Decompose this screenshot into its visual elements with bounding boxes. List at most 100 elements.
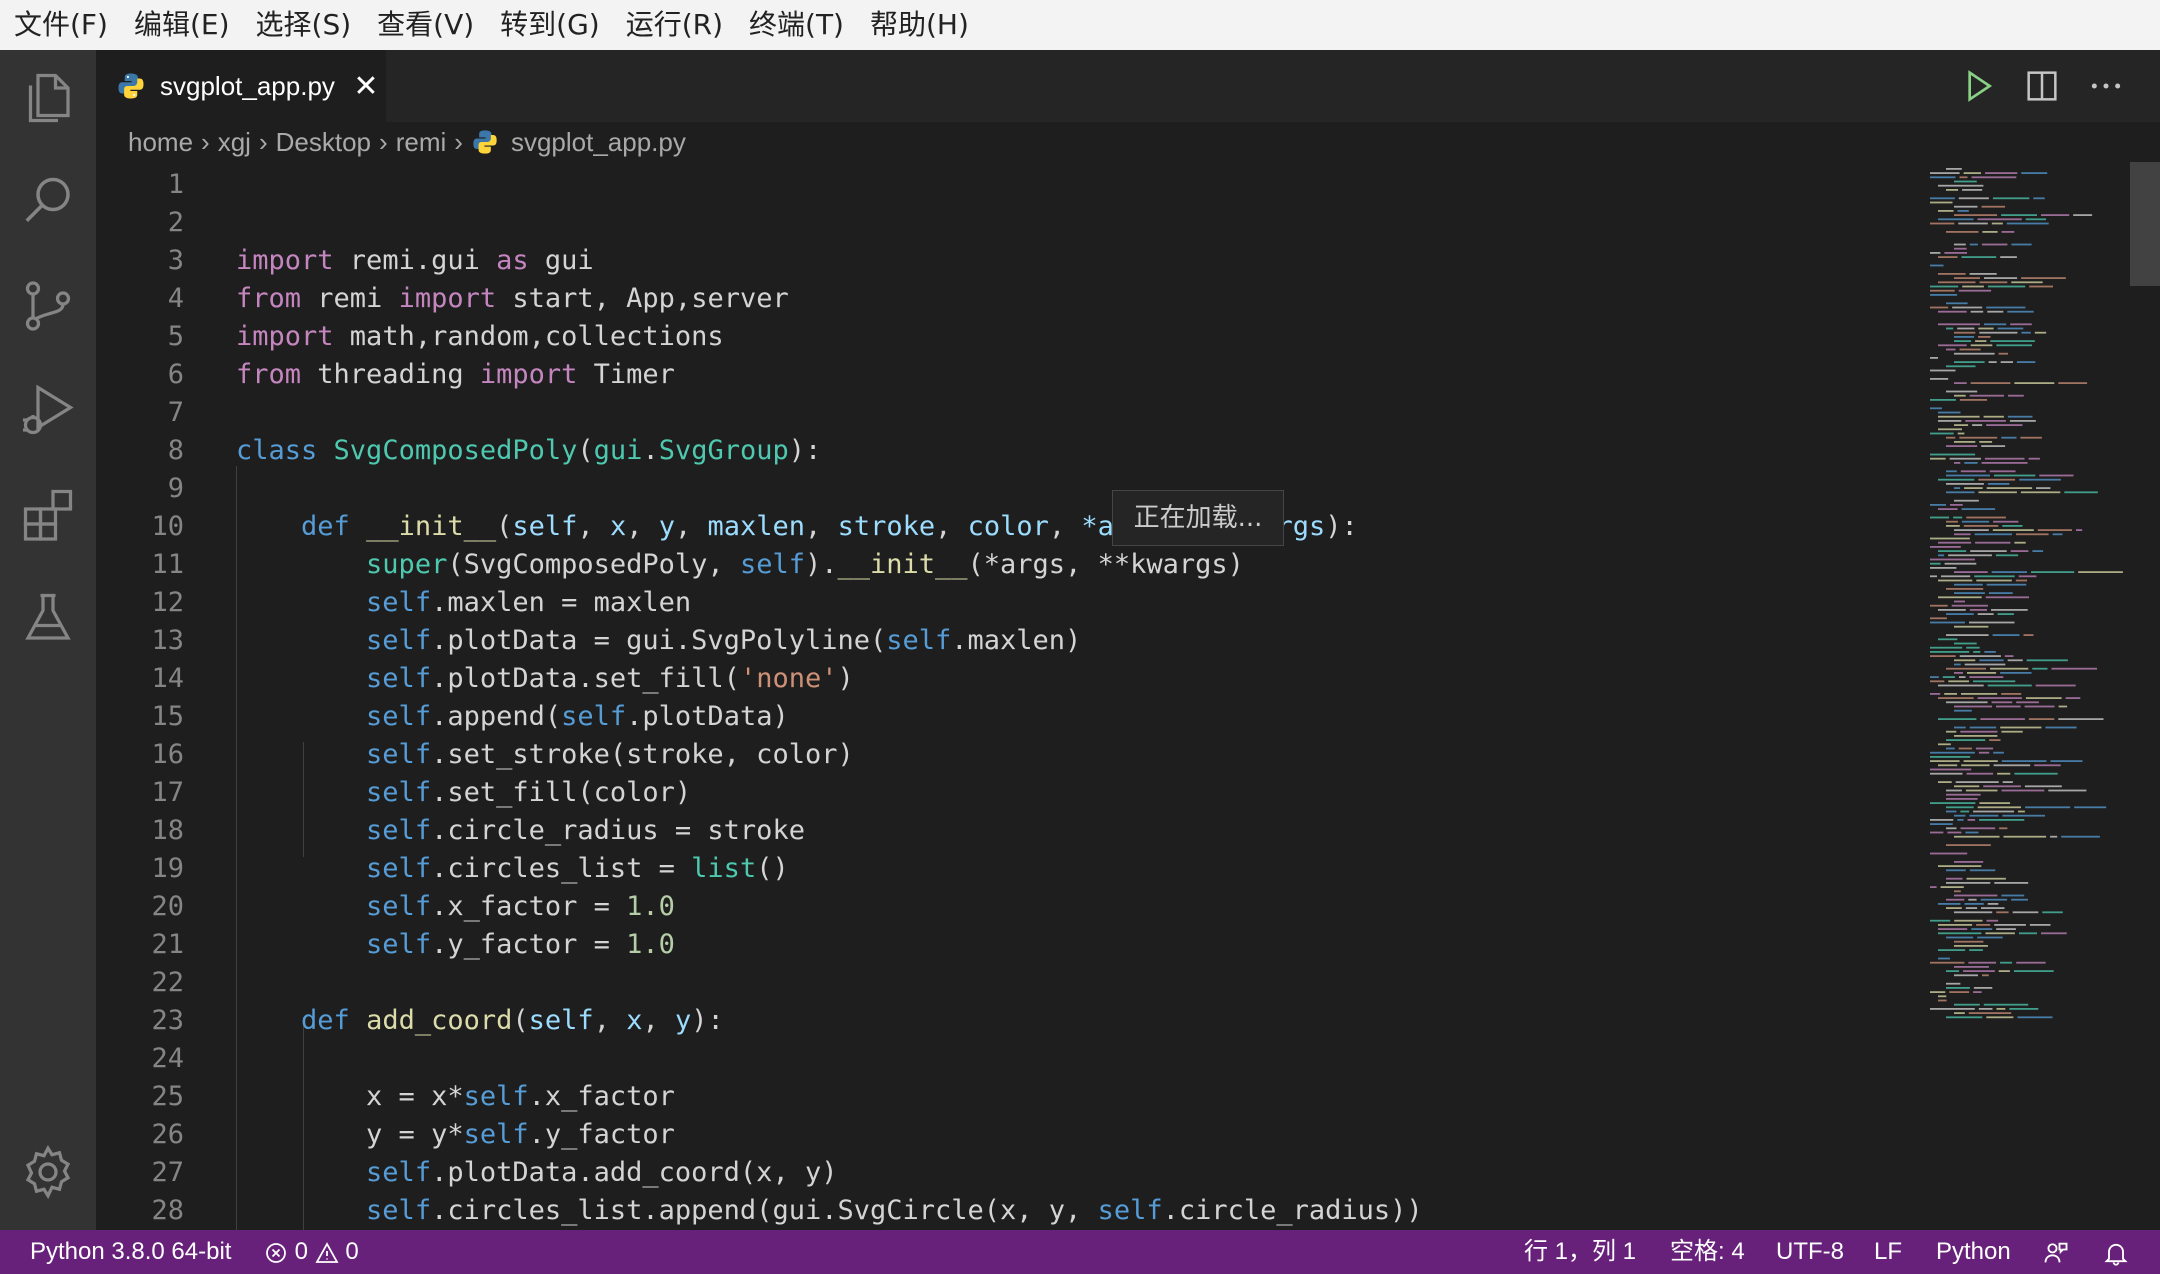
more-actions-icon[interactable] xyxy=(2086,66,2126,106)
menu-view[interactable]: 查看(V) xyxy=(365,0,486,50)
minimap-mark xyxy=(2074,806,2107,809)
minimap-mark xyxy=(1963,172,1981,174)
line-number: 22 xyxy=(151,967,184,998)
settings-gear-icon[interactable] xyxy=(18,1142,78,1202)
minimap-mark xyxy=(2001,214,2037,216)
minimap-mark xyxy=(1986,919,1999,922)
minimap-mark xyxy=(1984,277,2018,279)
line-number: 28 xyxy=(151,1195,184,1226)
menu-edit[interactable]: 编辑(E) xyxy=(122,0,242,50)
minimap-mark xyxy=(1946,936,1974,939)
minimap-mark xyxy=(2031,571,2075,573)
minimap-mark xyxy=(2018,810,2025,813)
code-line: 12 self.maxlen = maxlen xyxy=(96,584,2160,622)
minimap-mark xyxy=(1946,474,1990,477)
breadcrumb-xgj[interactable]: xgj xyxy=(218,127,251,158)
code-line: 8 class SvgComposedPoly(gui.SvgGroup): xyxy=(96,432,2160,470)
cursor-position[interactable]: 行 1，列 1 xyxy=(1524,1230,1636,1274)
close-icon[interactable]: ✕ xyxy=(351,69,381,104)
minimap-mark xyxy=(1954,529,1989,531)
scrollbar-thumb[interactable] xyxy=(2130,162,2160,286)
minimap-mark xyxy=(1969,621,2015,624)
minimap-mark xyxy=(2025,806,2071,809)
minimap-mark xyxy=(1964,663,2006,666)
split-editor-icon[interactable] xyxy=(2022,66,2062,106)
minimap-mark xyxy=(1930,546,1961,548)
menu-selection[interactable]: 选择(S) xyxy=(244,0,364,50)
minimap-mark xyxy=(1946,810,1957,813)
minimap-mark xyxy=(1958,222,1988,225)
minimap-mark xyxy=(2011,898,2028,901)
minimap-mark xyxy=(1959,436,1998,439)
minimap-mark xyxy=(1995,554,2019,557)
code-line: 27 self.plotData.add_coord(x, y) xyxy=(96,1154,2160,1192)
menu-run[interactable]: 运行(R) xyxy=(614,0,735,50)
problems-indicator[interactable]: 0 0 xyxy=(264,1230,359,1274)
breadcrumb-file[interactable]: svgplot_app.py xyxy=(511,127,686,158)
tab-svgplot-app[interactable]: svgplot_app.py ✕ xyxy=(96,50,386,122)
minimap-mark xyxy=(1930,407,1942,410)
minimap-mark xyxy=(2037,529,2072,531)
code-line: 28 self.circles_list.append(gui.SvgCircl… xyxy=(96,1192,2160,1230)
menu-terminal[interactable]: 终端(T) xyxy=(737,0,856,50)
explorer-icon[interactable] xyxy=(18,68,78,128)
minimap-mark xyxy=(1975,340,1987,342)
breadcrumb-remi[interactable]: remi xyxy=(396,127,447,158)
minimap-mark xyxy=(2001,730,2023,733)
minimap-mark xyxy=(2007,310,2034,313)
minimap-mark xyxy=(1992,529,2034,531)
minimap-mark xyxy=(1954,600,1965,603)
line-number: 14 xyxy=(151,663,184,694)
minimap-mark xyxy=(1954,890,1961,893)
minimap-mark xyxy=(1941,575,1971,578)
minimap-mark xyxy=(1994,882,2029,884)
line-number: 24 xyxy=(151,1043,184,1074)
minimap-mark xyxy=(2026,659,2068,662)
encoding[interactable]: UTF-8 xyxy=(1776,1230,1844,1274)
minimap-mark xyxy=(1969,676,2004,678)
line-number: 10 xyxy=(151,511,184,542)
language-mode[interactable]: Python xyxy=(1936,1230,2011,1274)
python-interpreter[interactable]: Python 3.8.0 64-bit xyxy=(30,1230,231,1274)
search-icon[interactable] xyxy=(18,172,78,232)
run-icon[interactable] xyxy=(1958,66,1998,106)
minimap-mark xyxy=(1986,424,2023,426)
notifications-bell-icon[interactable] xyxy=(2102,1230,2130,1274)
line-ending[interactable]: LF xyxy=(1874,1230,1902,1274)
minimap-mark xyxy=(1967,672,1997,674)
minimap-mark xyxy=(1969,726,1997,729)
minimap-mark xyxy=(1961,764,1990,767)
minimap-mark xyxy=(1977,613,1994,615)
minimap-mark xyxy=(1930,567,1957,569)
minimap-mark xyxy=(1930,751,1975,754)
testing-icon[interactable] xyxy=(18,588,78,648)
minimap-mark xyxy=(1961,256,1997,258)
breadcrumb-home[interactable]: home xyxy=(128,127,193,158)
minimap-mark xyxy=(1966,516,2006,519)
minimap-mark xyxy=(1954,243,1966,246)
minimap-mark xyxy=(1998,352,2008,355)
indentation[interactable]: 空格: 4 xyxy=(1670,1230,1745,1274)
code-editor[interactable]: 1 2 3 import remi.gui as gui 4 from remi i… xyxy=(96,162,2160,1230)
menu-help[interactable]: 帮助(H) xyxy=(858,0,981,50)
extensions-icon[interactable] xyxy=(18,484,78,544)
minimap-mark xyxy=(1930,819,1954,821)
run-debug-icon[interactable] xyxy=(18,380,78,440)
source-control-icon[interactable] xyxy=(18,276,78,336)
minimap-mark xyxy=(2073,214,2093,216)
code-line: 26 y = y*self.y_factor xyxy=(96,1116,2160,1154)
line-number: 15 xyxy=(151,701,184,732)
breadcrumb-desktop[interactable]: Desktop xyxy=(276,127,371,158)
feedback-icon[interactable] xyxy=(2042,1230,2070,1274)
menu-go[interactable]: 转到(G) xyxy=(488,0,612,50)
minimap-mark xyxy=(1938,184,1984,187)
minimap-mark xyxy=(1977,936,2003,939)
menu-file[interactable]: 文件(F) xyxy=(2,0,120,50)
minimap-mark xyxy=(1954,382,1967,384)
minimap-mark xyxy=(1958,747,1972,750)
minimap-mark xyxy=(1991,609,2028,611)
minimap-mark xyxy=(1989,470,2016,473)
minimap[interactable] xyxy=(1920,162,2140,1230)
minimap-mark xyxy=(1960,470,1986,473)
minimap-mark xyxy=(1930,802,1976,804)
